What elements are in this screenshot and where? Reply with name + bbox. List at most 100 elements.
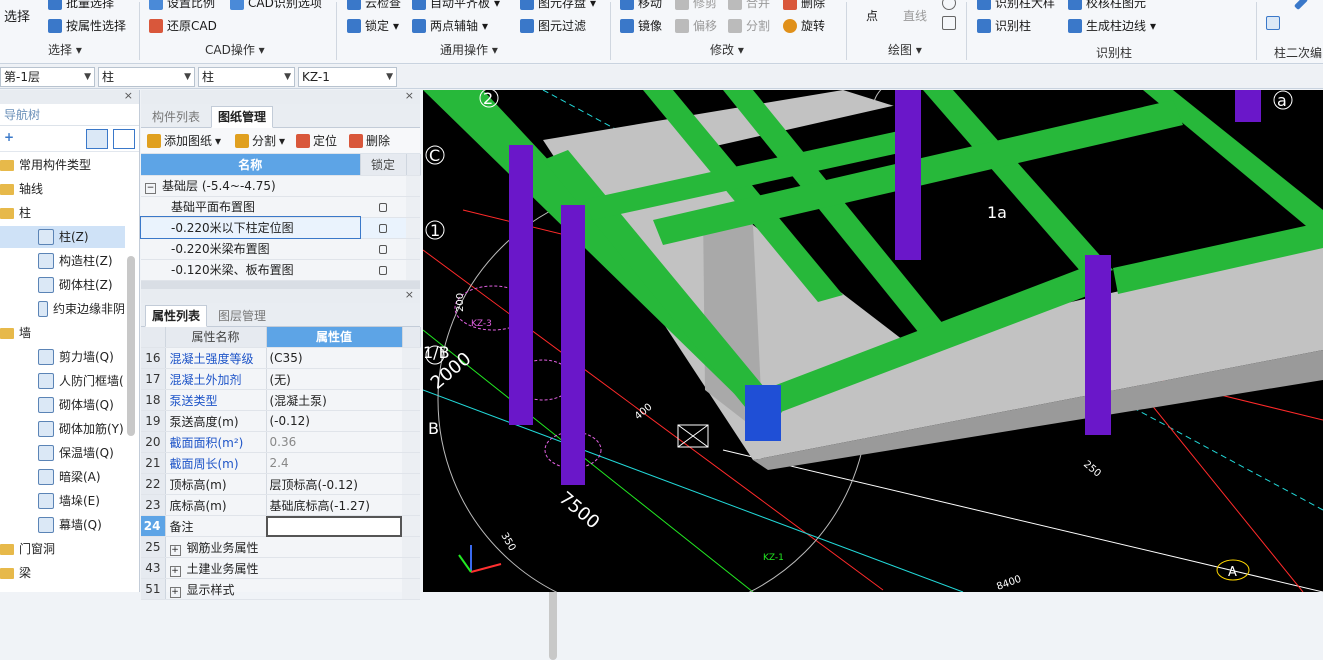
close-icon[interactable]: × <box>405 288 414 301</box>
check-col-button[interactable]: 校核柱图元 <box>1068 0 1146 11</box>
split-button[interactable]: 分割 <box>728 17 770 34</box>
draw-group-label[interactable]: 绘图 ▾ <box>888 41 922 58</box>
gen-col-edge-button[interactable]: 生成柱边线 ▾ <box>1068 17 1156 34</box>
nav-item[interactable]: 约束边缘非阴 <box>0 298 125 320</box>
rotate-button[interactable]: 旋转 <box>783 17 825 34</box>
line-button[interactable]: 直线 <box>903 7 927 24</box>
model-3d-view[interactable]: 2 C 1 1/B B 1a a A 2000 7500 200 400 840… <box>423 90 1323 592</box>
add-drawing-button[interactable]: 添加图纸 ▾ <box>147 132 221 149</box>
nav-item[interactable]: 常用构件类型 <box>0 154 125 176</box>
arc-tool-button[interactable] <box>942 0 956 10</box>
two-point-aux-button[interactable]: 两点辅轴 ▾ <box>412 17 488 34</box>
cad-identify-opts-button[interactable]: CAD识别选项 <box>230 0 322 11</box>
grid-tool-button[interactable] <box>1266 16 1280 30</box>
property-row[interactable]: 43 + 土建业务属性 <box>141 557 420 579</box>
property-value[interactable]: (无) <box>265 368 402 390</box>
drawing-lock-cell[interactable] <box>360 259 406 281</box>
drawings-col-lock[interactable]: 锁定 <box>360 154 407 176</box>
delete-button[interactable]: 删除 <box>783 0 825 11</box>
nav-item[interactable]: 砌体柱(Z) <box>0 274 125 296</box>
collapse-icon[interactable]: − <box>145 183 156 194</box>
drawing-lock-cell[interactable] <box>360 217 406 239</box>
ident-col-button[interactable]: 识别柱 <box>977 17 1031 34</box>
panel-splitter[interactable] <box>141 280 420 289</box>
property-row[interactable]: 17 混凝土外加剂 (无) <box>141 368 420 390</box>
property-value[interactable]: (混凝土泵) <box>265 389 402 411</box>
expand-icon[interactable]: + <box>169 565 181 577</box>
rect-tool-button[interactable] <box>942 16 956 30</box>
expand-icon[interactable]: + <box>169 586 181 598</box>
nav-item[interactable]: 柱 <box>0 202 125 224</box>
drawings-col-name[interactable]: 名称 <box>141 154 361 176</box>
floor-select[interactable]: 第-1层 ▼ <box>0 67 95 87</box>
cloud-check-button[interactable]: 云检查 <box>347 0 401 11</box>
nav-item[interactable]: 砌体加筋(Y) <box>0 418 125 440</box>
close-icon[interactable]: × <box>124 89 133 102</box>
offset-button[interactable]: 偏移 <box>675 17 717 34</box>
drawing-row[interactable]: -0.220米梁布置图 <box>141 238 420 260</box>
point-button[interactable]: 点 <box>866 7 878 24</box>
nav-item[interactable]: 轴线 <box>0 178 125 200</box>
drawing-lock-cell[interactable] <box>360 238 406 260</box>
property-row[interactable]: 21 截面周长(m) 2.4 <box>141 452 420 474</box>
property-group[interactable]: + 土建业务属性 <box>165 557 402 579</box>
nav-item[interactable]: 幕墙(Q) <box>0 514 125 536</box>
tab-props[interactable]: 属性列表 <box>145 304 208 327</box>
props-col-name[interactable]: 属性名称 <box>165 326 267 348</box>
list-view-icon[interactable] <box>86 129 108 149</box>
element-select[interactable]: KZ-1 ▼ <box>298 67 397 87</box>
elem-store-button[interactable]: 图元存盘 ▾ <box>520 0 596 11</box>
property-row[interactable]: 24 备注 <box>141 515 420 537</box>
auto-flat-button[interactable]: 自动平齐板 ▾ <box>412 0 500 11</box>
property-row[interactable]: 25 + 钢筋业务属性 <box>141 536 420 558</box>
property-row[interactable]: 22 顶标高(m) 层顶标高(-0.12) <box>141 473 420 495</box>
expand-icon[interactable]: + <box>169 544 181 556</box>
tab-layers[interactable]: 图层管理 <box>211 305 273 327</box>
property-group[interactable]: + 钢筋业务属性 <box>165 536 402 558</box>
drawing-lock-cell[interactable] <box>360 196 406 218</box>
add-icon[interactable]: + <box>4 130 14 144</box>
property-value[interactable]: (C35) <box>265 347 402 369</box>
property-value[interactable] <box>265 515 402 537</box>
common-group-label[interactable]: 通用操作 ▾ <box>440 41 498 58</box>
nav-item[interactable]: 人防门框墙( <box>0 370 125 392</box>
property-row[interactable]: 51 + 显示样式 <box>141 578 420 600</box>
model-viewport[interactable]: 2 C 1 1/B B 1a a A 2000 7500 200 400 840… <box>423 90 1323 592</box>
property-value[interactable]: 0.36 <box>265 431 402 453</box>
nav-scrollbar[interactable] <box>127 256 135 436</box>
select-group-label[interactable]: 选择 ▾ <box>48 41 82 58</box>
tab-components[interactable]: 构件列表 <box>145 106 207 128</box>
type1-select[interactable]: 柱 ▼ <box>98 67 195 87</box>
property-row[interactable]: 18 泵送类型 (混凝土泵) <box>141 389 420 411</box>
property-row[interactable]: 20 截面面积(m²) 0.36 <box>141 431 420 453</box>
set-ratio-button[interactable]: 设置比例 <box>149 0 215 11</box>
nav-item[interactable]: 砌体墙(Q) <box>0 394 125 416</box>
property-value[interactable]: 2.4 <box>265 452 402 474</box>
nav-item[interactable]: 梁 <box>0 562 125 584</box>
nav-item[interactable]: 剪力墙(Q) <box>0 346 125 368</box>
property-value[interactable]: 层顶标高(-0.12) <box>265 473 402 495</box>
nav-item[interactable]: 保温墙(Q) <box>0 442 125 464</box>
type2-select[interactable]: 柱 ▼ <box>198 67 295 87</box>
nav-item[interactable]: 墙 <box>0 322 125 344</box>
nav-item[interactable]: 门窗洞 <box>0 538 125 560</box>
delete-drawing-button[interactable]: 删除 <box>349 132 390 149</box>
restore-cad-button[interactable]: 还原CAD <box>149 17 217 34</box>
locate-button[interactable]: 定位 <box>296 132 337 149</box>
property-value[interactable]: 基础底标高(-1.27) <box>265 494 402 516</box>
select-button[interactable]: 选择 <box>4 0 30 25</box>
nav-item[interactable]: 暗梁(A) <box>0 466 125 488</box>
property-row[interactable]: 23 底标高(m) 基础底标高(-1.27) <box>141 494 420 516</box>
close-icon[interactable]: × <box>405 89 414 102</box>
nav-item[interactable]: 墙垛(E) <box>0 490 125 512</box>
drawing-row[interactable]: -0.220米以下柱定位图 <box>140 216 420 239</box>
by-attr-select-button[interactable]: 按属性选择 <box>48 17 126 34</box>
property-value[interactable]: (-0.12) <box>265 410 402 432</box>
props-col-value[interactable]: 属性值 <box>266 326 403 348</box>
ident-col-table-button[interactable]: 识别柱大样 <box>977 0 1055 11</box>
nav-item[interactable]: 构造柱(Z) <box>0 250 125 272</box>
drawing-row[interactable]: 基础平面布置图 <box>141 196 420 218</box>
mirror-button[interactable]: 镜像 <box>620 17 662 34</box>
modify-group-label[interactable]: 修改 ▾ <box>710 41 744 58</box>
lock-button[interactable]: 锁定 ▾ <box>347 17 399 34</box>
